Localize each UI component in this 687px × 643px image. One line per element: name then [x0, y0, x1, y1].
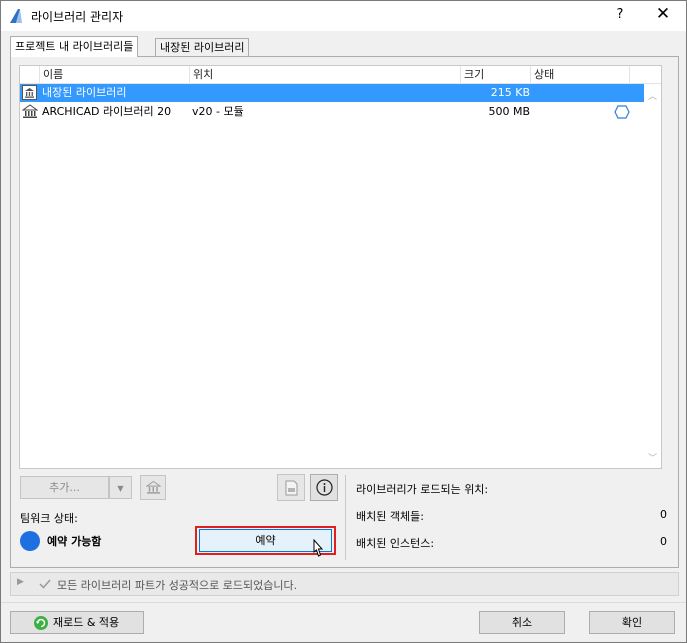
placed-objects-value: 0	[660, 508, 667, 521]
help-button[interactable]: ?	[613, 7, 627, 22]
tab-project-libraries[interactable]: 프로젝트 내 라이브러리들	[10, 36, 139, 57]
reserve-status-text: 예약 가능함	[47, 535, 102, 548]
scroll-down-icon[interactable]: ﹀	[648, 451, 657, 464]
ok-button[interactable]: 확인	[589, 611, 675, 634]
status-message: 모든 라이브러리 파트가 성공적으로 로드되었습니다.	[57, 579, 298, 592]
refresh-icon	[34, 616, 48, 630]
list-header: 이름 위치 크기 상태	[20, 66, 661, 84]
load-location-label: 라이브러리가 로드되는 위치:	[356, 483, 489, 496]
add-dropdown-button[interactable]: ▼	[109, 476, 132, 499]
row-size: 500 MB	[488, 105, 530, 118]
reserve-available-dot-icon	[20, 531, 40, 551]
window-title: 라이브러리 관리자	[31, 10, 124, 24]
tab-panel: 이름 위치 크기 상태 내장된 라이브러리 215 KB ARCHICAD 라이…	[10, 56, 679, 568]
row-name: 내장된 라이브러리	[42, 86, 127, 99]
document-icon	[285, 480, 298, 496]
column-name[interactable]: 이름	[39, 66, 189, 83]
row-size: 215 KB	[490, 86, 530, 99]
expand-arrow-icon[interactable]: ▶	[17, 577, 24, 587]
archicad-logo-icon	[10, 9, 22, 23]
row-name: ARCHICAD 라이브러리 20	[42, 105, 172, 118]
column-size[interactable]: 크기	[460, 66, 530, 83]
info-icon	[316, 479, 333, 496]
reload-apply-label: 재로드 & 적용	[53, 616, 120, 629]
table-row[interactable]: ARCHICAD 라이브러리 20 v20 - 모듈 500 MB	[20, 103, 644, 121]
hexagon-icon	[614, 105, 630, 119]
scroll-up-icon[interactable]: ︿	[648, 89, 657, 102]
add-button[interactable]: 추가...	[20, 476, 109, 499]
tab-embedded-library[interactable]: 내장된 라이브러리	[155, 38, 250, 57]
cancel-button[interactable]: 취소	[479, 611, 565, 634]
placed-instances-value: 0	[660, 535, 667, 548]
vertical-divider	[345, 475, 346, 560]
library-icon	[146, 480, 161, 494]
list-scrollbar[interactable]: ︿ ﹀	[644, 83, 661, 468]
placed-objects-label: 배치된 객체들:	[356, 510, 424, 523]
column-extra	[629, 66, 645, 83]
library-icon	[22, 85, 37, 100]
library-action-button[interactable]	[140, 475, 166, 500]
library-manager-window: 라이브러리 관리자 ? ✕ 프로젝트 내 라이브러리들 내장된 라이브러리 이름…	[0, 0, 687, 643]
placed-instances-label: 배치된 인스턴스:	[356, 537, 435, 550]
status-bar: ▶ 모든 라이브러리 파트가 성공적으로 로드되었습니다.	[10, 572, 679, 596]
close-button[interactable]: ✕	[652, 4, 674, 24]
column-status[interactable]: 상태	[530, 66, 630, 83]
chevron-down-icon: ▼	[117, 484, 124, 493]
reload-apply-button[interactable]: 재로드 & 적용	[10, 611, 144, 634]
table-row[interactable]: 내장된 라이브러리 215 KB	[20, 84, 644, 102]
library-list[interactable]: 이름 위치 크기 상태 내장된 라이브러리 215 KB ARCHICAD 라이…	[19, 65, 662, 469]
teamwork-status-label: 팀워크 상태:	[20, 512, 78, 525]
footer-divider	[1, 602, 686, 603]
title-bar[interactable]: 라이브러리 관리자 ? ✕	[1, 1, 686, 31]
mouse-cursor-icon	[313, 539, 324, 557]
document-button[interactable]	[277, 474, 305, 501]
row-location: v20 - 모듈	[192, 105, 244, 118]
checkmark-icon	[39, 579, 51, 589]
info-button[interactable]	[310, 474, 338, 501]
column-location[interactable]: 위치	[189, 66, 461, 83]
library-icon	[22, 104, 38, 118]
